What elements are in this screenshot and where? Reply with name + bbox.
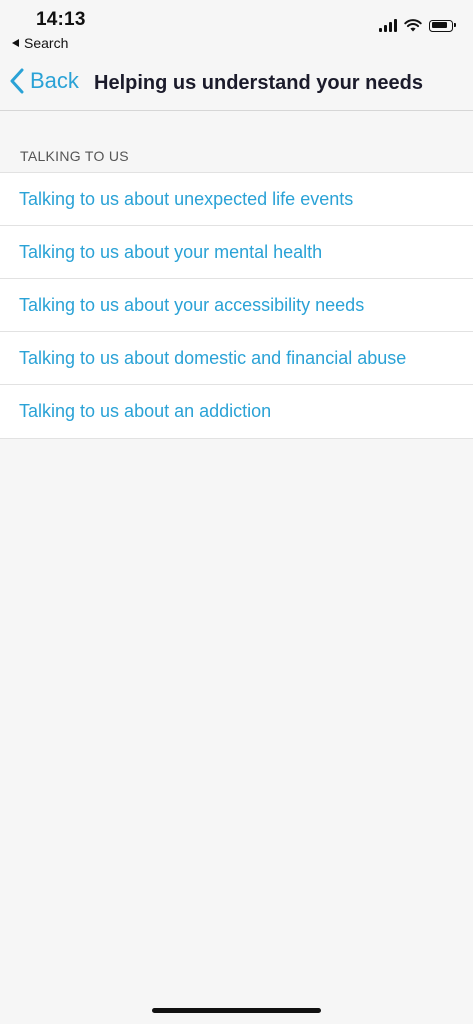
battery-icon — [429, 19, 456, 32]
wifi-icon — [404, 19, 422, 32]
talking-to-us-list: Talking to us about unexpected life even… — [0, 172, 473, 439]
list-item-addiction[interactable]: Talking to us about an addiction — [0, 385, 473, 438]
navigation-bar: Back Helping us understand your needs — [0, 56, 473, 111]
list-item-accessibility-needs[interactable]: Talking to us about your accessibility n… — [0, 279, 473, 332]
chevron-left-icon — [10, 68, 24, 94]
back-button[interactable]: Back — [10, 68, 79, 94]
home-indicator[interactable] — [152, 1008, 321, 1013]
list-item-mental-health[interactable]: Talking to us about your mental health — [0, 226, 473, 279]
back-triangle-icon — [12, 39, 19, 47]
status-icons — [379, 19, 456, 32]
list-item-unexpected-life-events[interactable]: Talking to us about unexpected life even… — [0, 173, 473, 226]
page-title: Helping us understand your needs — [94, 72, 423, 94]
status-time: 14:13 — [36, 9, 86, 30]
status-back-to-app[interactable]: Search — [12, 35, 68, 51]
status-bar: 14:13 Search — [0, 0, 473, 56]
list-item-domestic-financial-abuse[interactable]: Talking to us about domestic and financi… — [0, 332, 473, 385]
status-back-label: Search — [24, 35, 69, 51]
back-label: Back — [30, 68, 79, 93]
signal-icon — [379, 19, 397, 32]
section-header: TALKING TO US — [20, 148, 129, 164]
